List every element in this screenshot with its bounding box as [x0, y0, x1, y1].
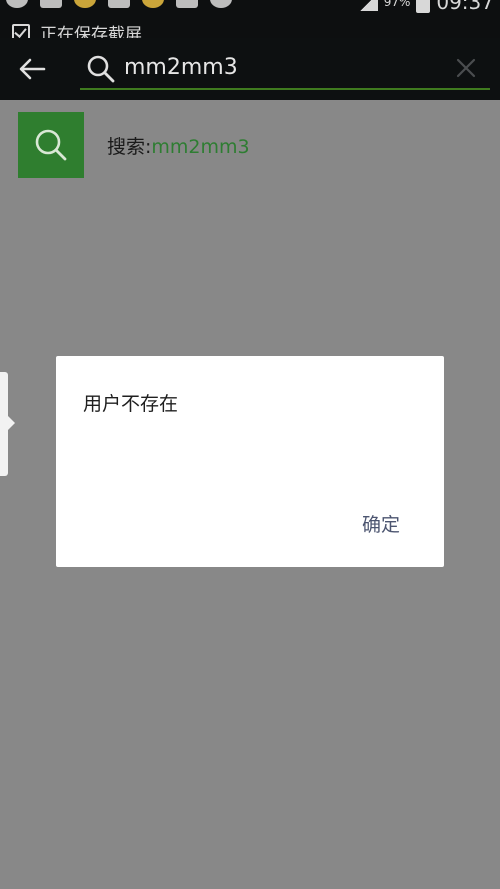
search-icon: [86, 54, 116, 84]
result-label: 搜索:mm2mm3: [107, 132, 250, 159]
clear-search-button[interactable]: [452, 54, 480, 82]
status-notification-icons: [6, 0, 232, 8]
result-search-icon: [18, 112, 84, 178]
app-notification-icon: [6, 0, 28, 8]
search-value: mm2mm3: [124, 55, 238, 80]
signal-icon: [359, 0, 378, 11]
status-bar: 97% 09:37 正在保存截屏: [0, 0, 500, 38]
search-icon: [35, 129, 67, 161]
battery-icon: [416, 0, 431, 13]
calendar-notification-icon: [108, 0, 130, 8]
result-term: mm2mm3: [151, 136, 250, 158]
search-toolbar: mm2mm3: [0, 38, 500, 100]
side-drawer-handle[interactable]: [0, 372, 15, 476]
image-notification-icon: [176, 0, 198, 8]
search-result-item[interactable]: 搜索:mm2mm3: [18, 112, 488, 180]
back-button[interactable]: [12, 50, 52, 88]
screen: 97% 09:37 正在保存截屏 mm2mm3 搜索:mm2mm3 用户不存在 …: [0, 0, 500, 889]
search-input[interactable]: mm2mm3: [80, 48, 490, 90]
status-right: 97% 09:37: [359, 0, 494, 14]
bulb-notification-icon: [74, 0, 96, 8]
close-icon: [456, 58, 476, 78]
alert-dialog: 用户不存在 确定: [56, 356, 444, 567]
checkbox-icon: [12, 23, 30, 38]
app-notification-icon: [142, 0, 164, 8]
ok-button[interactable]: 确定: [362, 510, 400, 537]
back-arrow-icon: [19, 58, 46, 80]
status-time: 09:37: [436, 0, 494, 14]
screenshot-notification: 正在保存截屏: [12, 20, 142, 38]
dialog-message: 用户不存在: [83, 393, 179, 415]
result-prefix: 搜索:: [107, 136, 152, 158]
chat-notification-icon: [210, 0, 232, 8]
edit-notification-icon: [40, 0, 62, 8]
notification-text: 正在保存截屏: [40, 25, 142, 38]
battery-percent: 97%: [383, 0, 411, 9]
